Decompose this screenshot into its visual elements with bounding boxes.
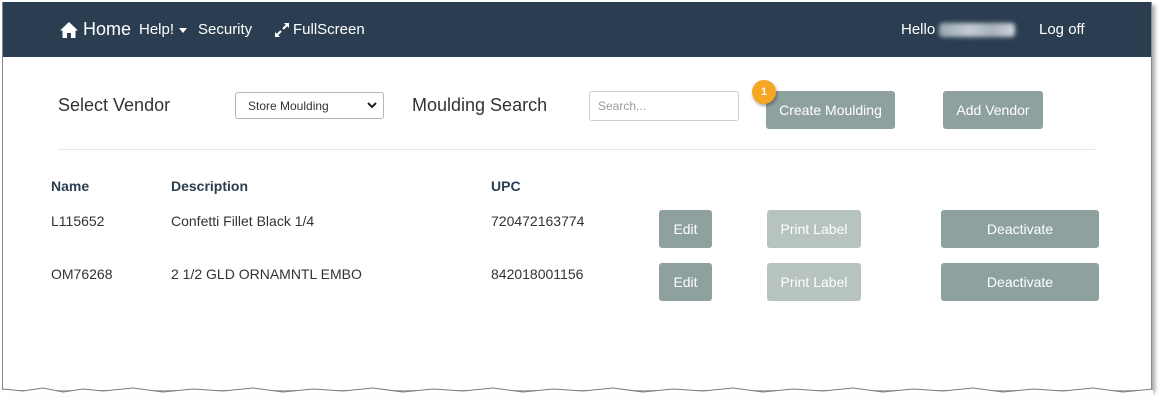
- chevron-down-icon: [367, 102, 377, 109]
- logoff-link[interactable]: Log off: [1039, 2, 1085, 57]
- app-window: Home Help! Security FullScreen Hello Log…: [2, 2, 1153, 396]
- home-link[interactable]: Home: [59, 2, 131, 57]
- create-moulding-button[interactable]: Create Moulding: [766, 91, 895, 129]
- user-greeting: Hello: [901, 2, 1016, 57]
- fullscreen-label: FullScreen: [293, 21, 365, 38]
- torn-edge-decoration: [3, 387, 1153, 396]
- edit-button[interactable]: Edit: [659, 263, 712, 301]
- step-callout-badge: 1: [752, 80, 776, 104]
- vendor-selected-value: Store Moulding: [248, 98, 329, 113]
- help-label: Help!: [139, 21, 175, 38]
- add-vendor-button[interactable]: Add Vendor: [943, 91, 1043, 129]
- column-header-upc: UPC: [491, 178, 521, 194]
- row-description: Confetti Fillet Black 1/4: [171, 213, 315, 229]
- print-label-button[interactable]: Print Label: [767, 210, 861, 248]
- column-header-name: Name: [51, 178, 90, 194]
- column-header-description: Description: [171, 178, 249, 194]
- fullscreen-link[interactable]: FullScreen: [274, 2, 365, 57]
- top-navbar: Home Help! Security FullScreen Hello Log…: [3, 2, 1151, 57]
- vendor-select[interactable]: Store Moulding: [235, 92, 384, 119]
- home-icon: [60, 21, 78, 38]
- print-label-button[interactable]: Print Label: [767, 263, 861, 301]
- redacted-username: [939, 22, 1016, 37]
- row-description: 2 1/2 GLD ORNAMNTL EMBO: [171, 266, 362, 282]
- help-dropdown[interactable]: Help!: [139, 2, 188, 57]
- security-label: Security: [198, 21, 253, 38]
- row-upc: 720472163774: [491, 213, 585, 229]
- chevron-down-icon: [179, 28, 188, 33]
- row-name: L115652: [51, 213, 105, 229]
- row-upc: 842018001156: [491, 266, 584, 282]
- moulding-search-input[interactable]: [589, 91, 739, 121]
- row-name: OM76268: [51, 266, 113, 282]
- divider: [58, 149, 1095, 150]
- expand-icon: [275, 22, 289, 37]
- home-label: Home: [83, 19, 132, 39]
- select-vendor-label: Select Vendor: [58, 95, 171, 115]
- deactivate-button[interactable]: Deactivate: [941, 263, 1099, 301]
- hello-label: Hello: [901, 21, 936, 38]
- deactivate-button[interactable]: Deactivate: [941, 210, 1099, 248]
- edit-button[interactable]: Edit: [659, 210, 712, 248]
- moulding-search-label: Moulding Search: [412, 95, 548, 115]
- security-link[interactable]: Security: [198, 2, 252, 57]
- logoff-label: Log off: [1039, 21, 1085, 38]
